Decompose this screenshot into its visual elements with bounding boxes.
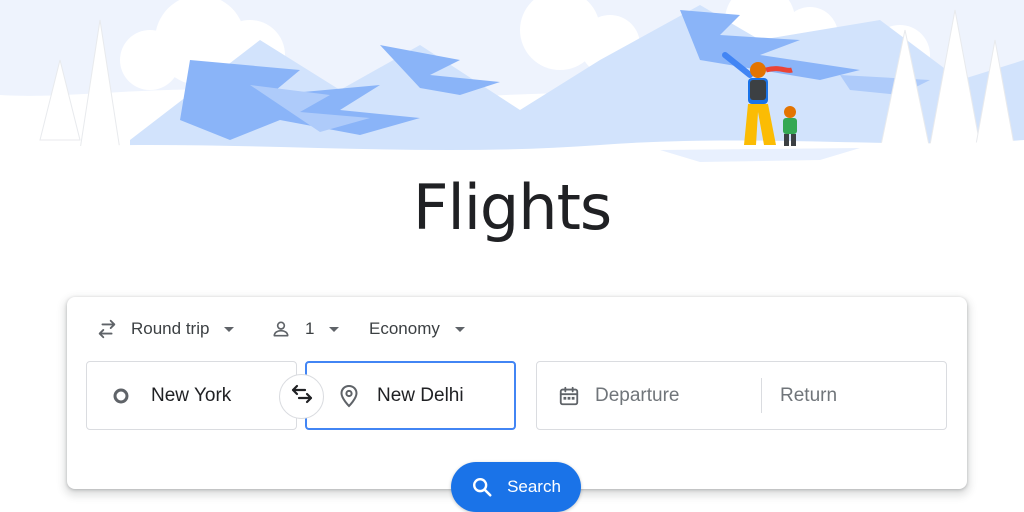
swap-locations-button[interactable] [279, 374, 324, 419]
page-title: Flights [412, 171, 612, 244]
search-button-label: Search [507, 477, 561, 496]
date-divider [761, 378, 762, 413]
calendar-icon [557, 384, 581, 408]
passengers-count: 1 [305, 319, 315, 338]
arrow-drop-down-icon [328, 323, 340, 335]
dates-field: Departure Return [536, 361, 947, 430]
swap-arrows-icon [290, 382, 314, 411]
trip-type-label: Round trip [131, 319, 210, 338]
mountain-scene [0, 0, 1024, 170]
swap-horizontal-icon [95, 317, 119, 341]
search-icon [471, 475, 495, 499]
flight-search-card: Round trip 1 Economy New York New Delhi … [67, 297, 967, 489]
search-button[interactable]: Search [451, 462, 581, 512]
circle-outline-icon [109, 384, 133, 408]
person-icon [269, 317, 293, 341]
return-input[interactable]: Return [780, 362, 837, 429]
destination-field[interactable]: New Delhi [305, 361, 516, 430]
trip-type-dropdown[interactable]: Round trip [95, 315, 245, 343]
location-pin-icon [337, 384, 361, 408]
arrow-drop-down-icon [454, 323, 466, 335]
search-options-row: Round trip 1 Economy [95, 315, 489, 343]
origin-field[interactable]: New York [86, 361, 297, 430]
cabin-class-label: Economy [369, 319, 440, 338]
origin-value: New York [151, 384, 232, 406]
passengers-dropdown[interactable]: 1 [269, 315, 369, 343]
destination-value: New Delhi [377, 384, 464, 406]
cabin-class-dropdown[interactable]: Economy [369, 315, 489, 343]
hero-illustration [0, 0, 1024, 170]
departure-input[interactable]: Departure [595, 385, 680, 407]
arrow-drop-down-icon [223, 323, 235, 335]
